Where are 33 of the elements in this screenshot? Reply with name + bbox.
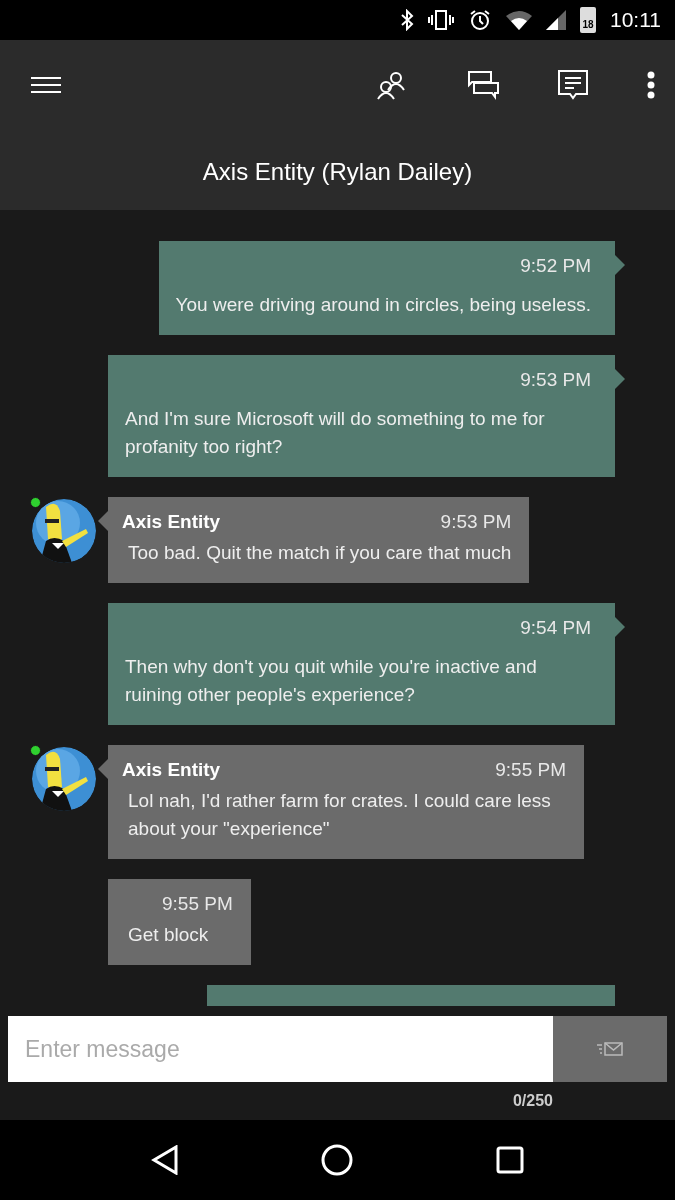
message-text: Get block — [127, 923, 210, 947]
recent-apps-icon[interactable] — [495, 1146, 524, 1174]
bluetooth-icon — [400, 9, 414, 31]
message-time: 9:55 PM — [162, 893, 233, 915]
message-time: 9:55 PM — [495, 759, 566, 781]
people-icon[interactable] — [377, 70, 405, 100]
clock: 10:11 — [610, 8, 661, 32]
menu-button[interactable] — [30, 76, 62, 94]
wifi-icon — [506, 10, 532, 30]
message-text: You were driving around in circles, being useless. — [175, 293, 591, 317]
more-options-icon[interactable] — [647, 71, 655, 99]
conversation-title: Axis Entity (Rylan Dailey) — [201, 158, 474, 186]
alarm-icon — [468, 8, 492, 32]
message-input[interactable]: Enter message — [8, 1016, 553, 1082]
message-text: Lol nah, I'd rather farm for crates. I could care less about your "experience" — [127, 789, 552, 841]
send-icon — [597, 1042, 623, 1056]
character-counter: 0/250 — [512, 1092, 553, 1110]
back-icon[interactable] — [151, 1145, 180, 1175]
sender-name: Axis Entity — [122, 511, 221, 533]
message-icon[interactable] — [557, 69, 589, 101]
message-time: 9:53 PM — [440, 511, 512, 533]
conversations-icon[interactable] — [467, 70, 499, 100]
message-text: Too bad. Quit the match if you care that much — [127, 541, 512, 565]
sender-name: Axis Entity — [122, 759, 221, 781]
vibrate-icon — [428, 9, 454, 31]
message-text: And I'm sure Microsoft will do something to me for profanity too right? — [125, 407, 546, 459]
home-icon[interactable] — [321, 1144, 354, 1176]
message-text: Then why don't you quit while you're inactive and ruining other people's experience? — [125, 655, 538, 707]
message-time: 9:53 PM — [520, 369, 591, 391]
message-time: 9:52 PM — [520, 255, 591, 277]
message-time: 9:54 PM — [520, 617, 591, 639]
battery-level: 18 — [582, 19, 594, 30]
signal-icon — [546, 10, 566, 30]
